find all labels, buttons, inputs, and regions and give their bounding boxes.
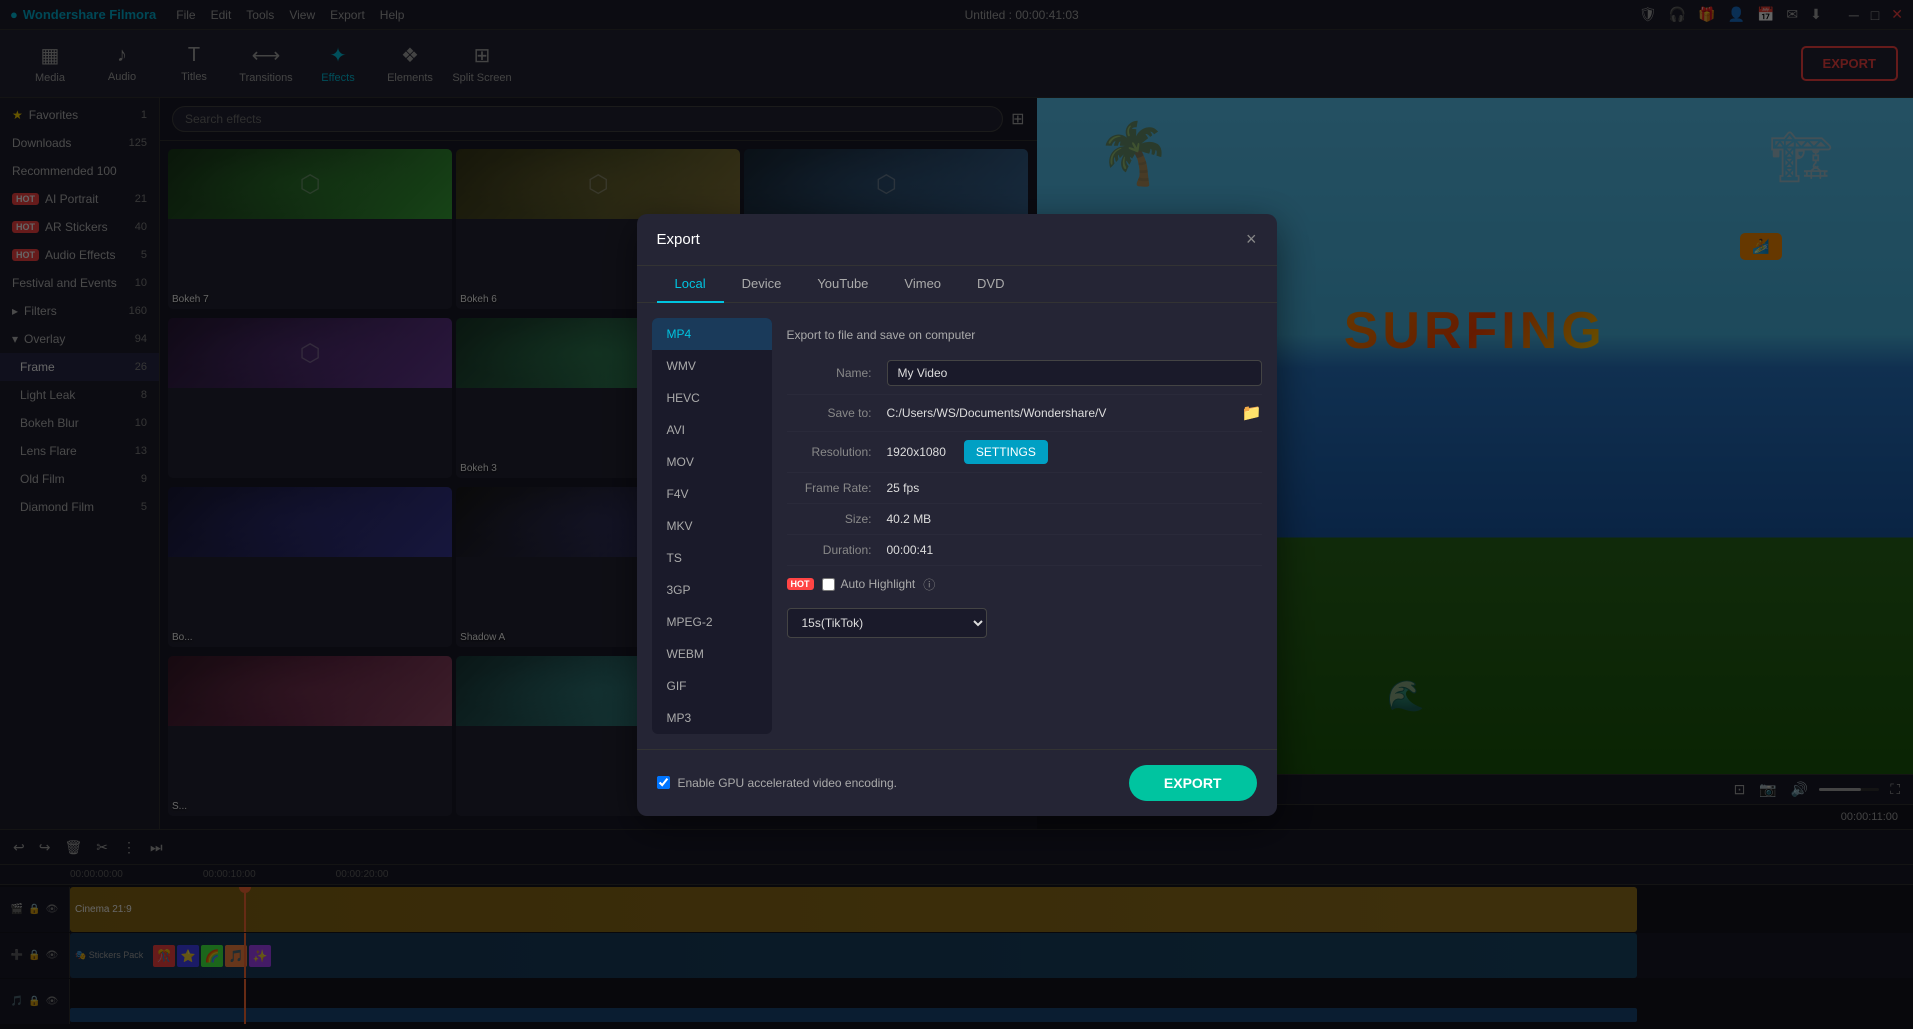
setting-row-size: Size: 40.2 MB: [787, 504, 1262, 535]
framerate-text: 25 fps: [887, 481, 920, 495]
format-list: MP4WMVHEVCAVIMOVF4VMKVTS3GPMPEG-2WEBMGIF…: [652, 318, 772, 734]
export-dialog: Export × LocalDeviceYouTubeVimeoDVD MP4W…: [637, 214, 1277, 816]
format-item-f4v[interactable]: F4V: [652, 478, 772, 510]
dialog-body: MP4WMVHEVCAVIMOVF4VMKVTS3GPMPEG-2WEBMGIF…: [637, 303, 1277, 749]
dialog-settings: Export to file and save on computer Name…: [787, 318, 1262, 734]
dialog-footer: Enable GPU accelerated video encoding. E…: [637, 749, 1277, 816]
auto-highlight-label: Auto Highlight: [841, 577, 916, 591]
info-icon[interactable]: ⓘ: [923, 576, 935, 593]
setting-row-duration: Duration: 00:00:41: [787, 535, 1262, 566]
format-item-wmv[interactable]: WMV: [652, 350, 772, 382]
dialog-header: Export ×: [637, 214, 1277, 266]
setting-value-framerate: 25 fps: [887, 481, 1262, 495]
setting-label-size: Size:: [787, 512, 887, 526]
format-item-3gp[interactable]: 3GP: [652, 574, 772, 606]
format-item-mpeg-2[interactable]: MPEG-2: [652, 606, 772, 638]
setting-row-saveto: Save to: C:/Users/WS/Documents/Wondersha…: [787, 395, 1262, 432]
setting-value-resolution: 1920x1080 SETTINGS: [887, 440, 1262, 464]
resolution-text: 1920x1080: [887, 445, 946, 459]
dialog-tab-youtube[interactable]: YouTube: [799, 266, 886, 303]
export-description: Export to file and save on computer: [787, 318, 1262, 352]
setting-label-name: Name:: [787, 366, 887, 380]
dialog-title: Export: [657, 231, 700, 248]
setting-value-name: [887, 360, 1262, 386]
hot-badge: HOT: [787, 578, 814, 590]
setting-label-framerate: Frame Rate:: [787, 481, 887, 495]
save-path-text: C:/Users/WS/Documents/Wondershare/V: [887, 406, 1234, 420]
setting-label-duration: Duration:: [787, 543, 887, 557]
setting-value-duration: 00:00:41: [887, 543, 1262, 557]
dialog-tab-vimeo[interactable]: Vimeo: [886, 266, 959, 303]
format-item-ts[interactable]: TS: [652, 542, 772, 574]
setting-label-resolution: Resolution:: [787, 445, 887, 459]
dialog-overlay: Export × LocalDeviceYouTubeVimeoDVD MP4W…: [0, 0, 1913, 1029]
size-text: 40.2 MB: [887, 512, 932, 526]
dropdown-row: 15s(TikTok)30s(Instagram)60s(YouTube)Cus…: [787, 603, 1262, 643]
auto-highlight-checkbox-label[interactable]: Auto Highlight: [822, 577, 916, 591]
auto-highlight-row: HOT Auto Highlight ⓘ: [787, 566, 1262, 603]
format-item-hevc[interactable]: HEVC: [652, 382, 772, 414]
folder-browse-button[interactable]: 📁: [1242, 403, 1262, 423]
setting-value-saveto: C:/Users/WS/Documents/Wondershare/V 📁: [887, 403, 1262, 423]
setting-row-name: Name:: [787, 352, 1262, 395]
name-input[interactable]: [887, 360, 1262, 386]
setting-row-framerate: Frame Rate: 25 fps: [787, 473, 1262, 504]
dialog-tab-dvd[interactable]: DVD: [959, 266, 1022, 303]
format-item-avi[interactable]: AVI: [652, 414, 772, 446]
format-item-mp3[interactable]: MP3: [652, 702, 772, 734]
format-item-mov[interactable]: MOV: [652, 446, 772, 478]
dialog-tabs: LocalDeviceYouTubeVimeoDVD: [637, 266, 1277, 303]
format-item-gif[interactable]: GIF: [652, 670, 772, 702]
dialog-tab-local[interactable]: Local: [657, 266, 724, 303]
duration-dropdown[interactable]: 15s(TikTok)30s(Instagram)60s(YouTube)Cus…: [787, 608, 987, 638]
dialog-tab-device[interactable]: Device: [724, 266, 800, 303]
auto-highlight-checkbox[interactable]: [822, 578, 835, 591]
duration-text: 00:00:41: [887, 543, 934, 557]
gpu-checkbox[interactable]: [657, 776, 670, 789]
gpu-checkbox-label[interactable]: Enable GPU accelerated video encoding.: [657, 776, 897, 790]
format-item-mp4[interactable]: MP4: [652, 318, 772, 350]
setting-row-resolution: Resolution: 1920x1080 SETTINGS: [787, 432, 1262, 473]
dialog-close-button[interactable]: ×: [1246, 229, 1257, 250]
gpu-label: Enable GPU accelerated video encoding.: [678, 776, 897, 790]
setting-value-size: 40.2 MB: [887, 512, 1262, 526]
format-item-mkv[interactable]: MKV: [652, 510, 772, 542]
setting-label-saveto: Save to:: [787, 406, 887, 420]
format-item-webm[interactable]: WEBM: [652, 638, 772, 670]
settings-button[interactable]: SETTINGS: [964, 440, 1048, 464]
export-dialog-button[interactable]: EXPORT: [1129, 765, 1257, 801]
